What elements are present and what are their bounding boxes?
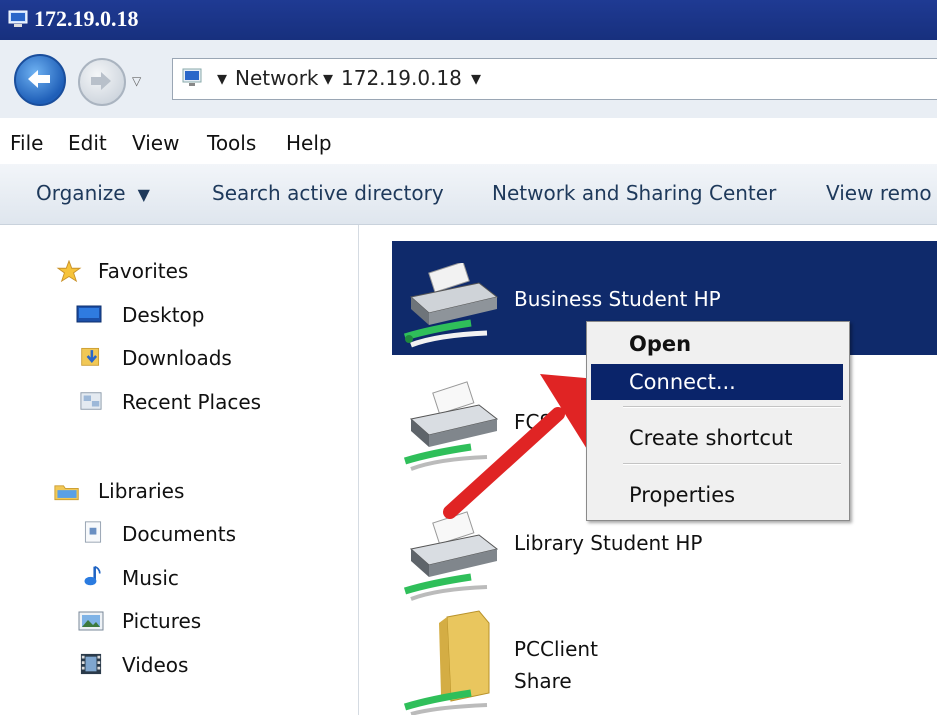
- command-bar: Organize ▼ Search active directory Networ…: [0, 164, 937, 225]
- sidebar-item-videos[interactable]: Videos: [122, 653, 188, 677]
- context-connect[interactable]: Connect...: [591, 364, 843, 400]
- view-remote-button[interactable]: View remo: [826, 181, 932, 205]
- menu-bar: File Edit View Tools Help: [0, 118, 937, 164]
- recent-places-icon: [80, 392, 102, 410]
- back-arrow-icon: [28, 70, 50, 88]
- back-button[interactable]: [14, 54, 66, 106]
- device-label-line2[interactable]: Share: [514, 669, 572, 693]
- history-dropdown-icon[interactable]: ▽: [132, 74, 141, 88]
- title-bar: 172.19.0.18: [0, 0, 937, 40]
- menu-help[interactable]: Help: [286, 131, 332, 155]
- sidebar-item-libraries[interactable]: Libraries: [98, 479, 184, 503]
- menu-file[interactable]: File: [10, 131, 43, 155]
- menu-tools[interactable]: Tools: [207, 131, 256, 155]
- breadcrumb-network[interactable]: Network: [235, 66, 319, 90]
- breadcrumb-separator-icon[interactable]: ▾: [323, 66, 333, 90]
- music-icon: [84, 565, 101, 586]
- computer-icon: [8, 10, 28, 27]
- sidebar-item-recent-places[interactable]: Recent Places: [122, 390, 261, 414]
- device-label-line1[interactable]: PCClient: [514, 637, 598, 661]
- context-open[interactable]: Open: [591, 326, 843, 362]
- documents-icon: [84, 521, 102, 543]
- star-icon: [56, 260, 82, 282]
- device-label[interactable]: Library Student HP: [514, 531, 702, 555]
- network-icon: [182, 68, 202, 86]
- desktop-icon: [76, 305, 102, 323]
- menu-separator: [623, 406, 841, 408]
- device-label: Business Student HP: [514, 287, 721, 311]
- chevron-down-icon: ▼: [137, 185, 150, 204]
- downloads-icon: [81, 347, 100, 366]
- breadcrumb-separator-icon[interactable]: ▾: [471, 66, 481, 90]
- libraries-icon: [54, 485, 79, 501]
- forward-button[interactable]: [78, 58, 126, 106]
- sidebar-item-favorites[interactable]: Favorites: [98, 259, 188, 283]
- window-title: 172.19.0.18: [34, 6, 139, 31]
- videos-icon: [80, 653, 102, 675]
- menu-separator: [623, 463, 841, 465]
- organize-label: Organize: [36, 181, 126, 205]
- forward-arrow-icon: [91, 72, 111, 90]
- breadcrumb-host[interactable]: 172.19.0.18: [341, 66, 462, 90]
- organize-button[interactable]: Organize ▼: [36, 181, 150, 205]
- search-active-directory-button[interactable]: Search active directory: [212, 181, 444, 205]
- menu-edit[interactable]: Edit: [68, 131, 107, 155]
- network-share-folder-icon: [403, 610, 490, 715]
- context-properties[interactable]: Properties: [591, 477, 843, 513]
- address-field[interactable]: ▾ Network ▾ 172.19.0.18 ▾: [172, 58, 937, 100]
- menu-view[interactable]: View: [132, 131, 179, 155]
- navigation-pane: Favorites Desktop Downloads Recent Place…: [0, 225, 359, 715]
- sidebar-item-music[interactable]: Music: [122, 566, 179, 590]
- sidebar-item-documents[interactable]: Documents: [122, 522, 236, 546]
- context-create-shortcut[interactable]: Create shortcut: [591, 420, 843, 456]
- pictures-icon: [78, 611, 104, 631]
- network-sharing-center-button[interactable]: Network and Sharing Center: [492, 181, 776, 205]
- breadcrumb-separator-icon[interactable]: ▾: [217, 66, 227, 90]
- sidebar-item-desktop[interactable]: Desktop: [122, 303, 204, 327]
- sidebar-item-downloads[interactable]: Downloads: [122, 346, 232, 370]
- context-menu: Open Connect... Create shortcut Properti…: [586, 321, 850, 521]
- network-printer-icon: [403, 263, 499, 348]
- sidebar-item-pictures[interactable]: Pictures: [122, 609, 201, 633]
- address-bar-area: ▽ ▾ Network ▾ 172.19.0.18 ▾: [0, 40, 937, 118]
